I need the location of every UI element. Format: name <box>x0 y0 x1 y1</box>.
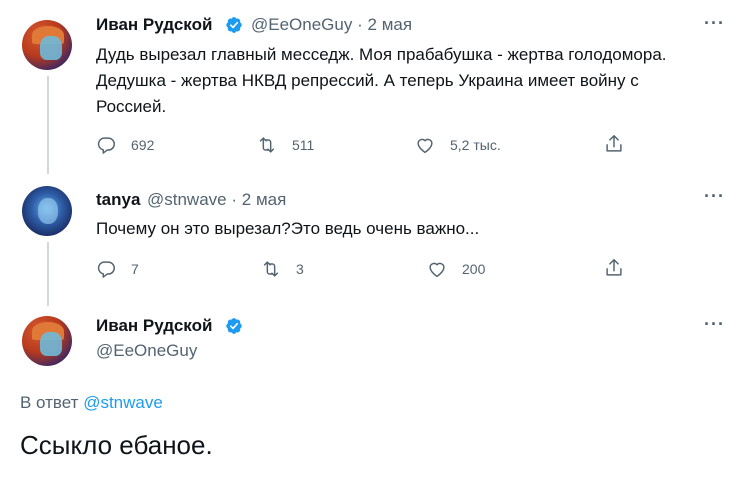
tweet-text-line: Дудь вырезал главный месседж. Моя прабаб… <box>96 45 667 64</box>
retweet-count: 511 <box>292 137 315 153</box>
tweet-text-line: Дедушка - жертва НКВД репрессий. А тепер… <box>96 71 639 90</box>
more-icon[interactable]: ··· <box>704 186 725 207</box>
meta-separator: · <box>357 15 363 34</box>
retweet-count: 3 <box>296 261 304 277</box>
thread-line <box>47 76 49 174</box>
reply-icon <box>95 134 117 156</box>
like-count: 200 <box>462 261 486 277</box>
author-handle[interactable]: @EeOneGuy <box>96 341 197 361</box>
author-name[interactable]: Иван Рудской <box>96 316 212 336</box>
share-icon <box>603 257 625 279</box>
retweet-button[interactable]: 3 <box>260 258 304 280</box>
reply-button[interactable]: 692 <box>95 134 154 156</box>
retweet-icon <box>256 134 278 156</box>
reply-count: 7 <box>131 261 139 277</box>
retweet-button[interactable]: 511 <box>256 134 314 156</box>
like-button[interactable]: 200 <box>426 258 485 280</box>
thread-line <box>47 242 49 306</box>
verified-icon <box>225 16 243 34</box>
more-icon[interactable]: ··· <box>704 13 725 34</box>
author-name[interactable]: Иван Рудской <box>96 15 212 35</box>
tweet-date[interactable]: 2 мая <box>368 15 413 34</box>
more-icon[interactable]: ··· <box>704 314 725 335</box>
tweet-text-line: Россией. <box>96 97 167 116</box>
like-icon <box>414 134 436 156</box>
reply-prefix: В ответ <box>20 393 79 412</box>
reply-button[interactable]: 7 <box>95 258 139 280</box>
reply-context: В ответ @stnwave <box>20 393 163 413</box>
avatar-ivan[interactable] <box>22 316 72 366</box>
tweet-text: Почему он это вырезал?Это ведь очень важ… <box>96 219 480 238</box>
tweet-text: Дудь вырезал главный месседж. Моя прабаб… <box>96 42 667 120</box>
author-meta: @EeOneGuy · 2 мая <box>251 15 412 35</box>
author-name[interactable]: tanya <box>96 190 140 210</box>
reply-icon <box>95 258 117 280</box>
like-icon <box>426 258 448 280</box>
tweet-date[interactable]: 2 мая <box>242 190 287 209</box>
tweet-text: Ссыкло ебаное. <box>20 430 213 460</box>
reply-mention-link[interactable]: @stnwave <box>83 393 163 412</box>
reply-count: 692 <box>131 137 155 153</box>
share-icon <box>603 133 625 155</box>
author-meta: @stnwave · 2 мая <box>147 190 286 210</box>
share-button[interactable] <box>603 257 625 279</box>
like-count: 5,2 тыс. <box>450 137 501 153</box>
author-handle[interactable]: @EeOneGuy <box>251 15 352 34</box>
avatar-tanya[interactable] <box>22 186 72 236</box>
author-handle[interactable]: @stnwave <box>147 190 227 209</box>
retweet-icon <box>260 258 282 280</box>
meta-separator: · <box>231 190 238 209</box>
verified-icon <box>225 317 243 335</box>
avatar-ivan[interactable] <box>22 20 72 70</box>
share-button[interactable] <box>603 133 625 155</box>
like-button[interactable]: 5,2 тыс. <box>414 134 501 156</box>
